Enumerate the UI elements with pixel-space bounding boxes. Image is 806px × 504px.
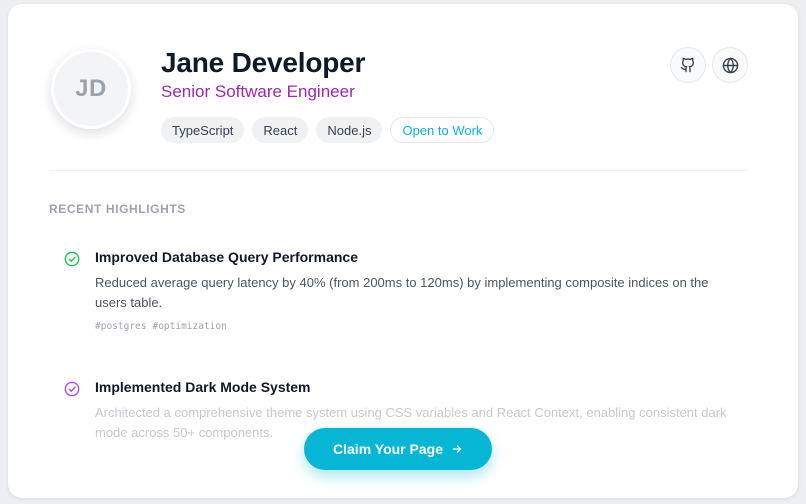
github-icon — [680, 57, 695, 73]
profile-name: Jane Developer — [161, 47, 366, 78]
highlight-tags: #postgres #optimization — [95, 321, 227, 332]
skill-tag: TypeScript — [161, 117, 245, 143]
claim-page-label: Claim Your Page — [333, 441, 443, 457]
section-title: RECENT HIGHLIGHTS — [49, 202, 186, 216]
avatar: JD — [51, 49, 131, 129]
highlight-description: Reduced average query latency by 40% (fr… — [95, 275, 709, 310]
avatar-initials: JD — [75, 75, 107, 102]
highlight-title: Implemented Dark Mode System — [95, 379, 311, 395]
check-circle-icon — [64, 381, 80, 397]
open-to-work-badge: Open to Work — [390, 117, 495, 143]
check-circle-icon — [64, 251, 80, 267]
profile-card: JD Jane Developer Senior Software Engine… — [8, 4, 798, 498]
highlight-title: Improved Database Query Performance — [95, 249, 358, 265]
claim-page-button[interactable]: Claim Your Page — [304, 428, 492, 470]
highlight-tag: #optimization — [152, 321, 227, 332]
skill-tag: Node.js — [316, 117, 383, 143]
skill-tag: React — [252, 117, 309, 143]
globe-icon — [722, 57, 738, 73]
github-button[interactable] — [670, 47, 706, 83]
profile-role: Senior Software Engineer — [161, 82, 355, 101]
skill-tags: TypeScript React Node.js Open to Work — [161, 117, 495, 143]
arrow-right-icon — [452, 445, 462, 453]
highlight-tag: #postgres — [95, 321, 147, 332]
website-button[interactable] — [712, 47, 748, 83]
divider — [49, 170, 747, 171]
highlight-item: Improved Database Query Performance Redu… — [64, 249, 744, 339]
